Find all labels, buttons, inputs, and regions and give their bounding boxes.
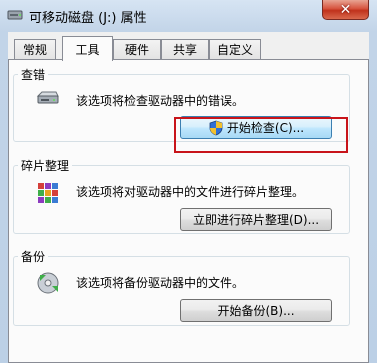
tab-customize[interactable]: 自定义 [209,39,261,59]
defrag-title: 碎片整理 [18,157,73,174]
dialog-client-area: 常规 工具 硬件 共享 自定义 查错 该选项将检查驱动器中的错误。 开始检查(C… [8,32,369,363]
tab-sharing[interactable]: 共享 [161,39,209,59]
removable-drive-icon [7,9,23,21]
tools-tab-panel: 查错 该选项将检查驱动器中的错误。 开始检查(C)... 碎片整理 该选项将对驱… [8,59,369,363]
backup-icon [36,271,60,298]
backup-title: 备份 [18,248,49,265]
drive-icon [36,90,60,109]
error-check-description: 该选项将检查驱动器中的错误。 [76,94,245,108]
tab-hardware[interactable]: 硬件 [113,39,161,59]
close-button[interactable]: ✕ [322,0,369,20]
tab-tools[interactable]: 工具 [62,36,113,61]
defrag-now-button[interactable]: 立即进行碎片整理(D)... [180,208,332,231]
highlight-frame [174,117,348,153]
tab-general[interactable]: 常规 [14,39,56,59]
defrag-description: 该选项将对驱动器中的文件进行碎片整理。 [76,185,305,199]
properties-window: 可移动磁盘 (J:) 属性 ✕ 常规 工具 硬件 共享 自定义 查错 该选项将检… [0,0,377,363]
defrag-icon [36,181,60,208]
defrag-now-label: 立即进行碎片整理(D)... [192,213,320,227]
close-icon: ✕ [339,1,352,18]
window-title: 可移动磁盘 (J:) 属性 [29,11,147,26]
start-backup-label: 开始备份(B)... [217,304,295,318]
error-check-title: 查错 [18,66,49,83]
defrag-group: 碎片整理 该选项将对驱动器中的文件进行碎片整理。 立即进行碎片整理(D)... [13,157,350,234]
backup-group: 备份 该选项将备份驱动器中的文件。 开始备份(B)... [13,248,350,326]
title-bar[interactable]: 可移动磁盘 (J:) 属性 ✕ [0,0,377,32]
backup-description: 该选项将备份驱动器中的文件。 [76,276,245,290]
start-backup-button[interactable]: 开始备份(B)... [180,299,332,322]
tab-strip: 常规 工具 硬件 共享 自定义 [8,36,369,61]
